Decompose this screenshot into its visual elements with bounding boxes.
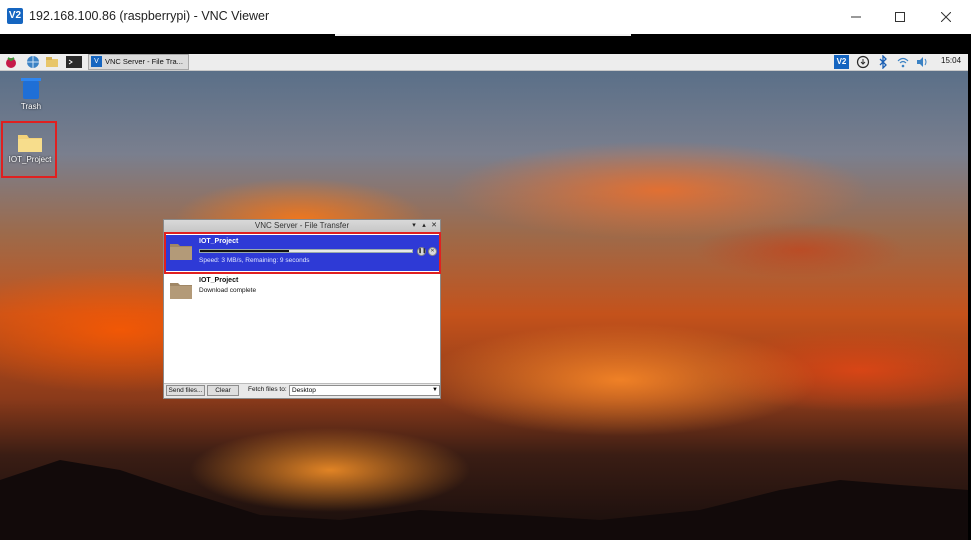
terminal-icon[interactable] xyxy=(66,55,82,69)
maximize-button[interactable] xyxy=(877,0,923,34)
remote-desktop[interactable] xyxy=(0,70,968,540)
dialog-title: VNC Server - File Transfer xyxy=(254,221,350,230)
file-manager-icon[interactable] xyxy=(45,55,59,69)
close-button[interactable] xyxy=(923,0,969,34)
window-titlebar: V2 192.168.100.86 (raspberrypi) - VNC Vi… xyxy=(0,0,971,35)
minimize-icon xyxy=(851,16,861,18)
taskbar-item-label: VNC Server - File Tra... xyxy=(105,57,183,66)
maximize-icon xyxy=(895,12,905,22)
folder-icon xyxy=(18,135,42,152)
transfer-item-status: Download complete xyxy=(199,287,257,294)
wifi-icon[interactable] xyxy=(896,55,910,69)
vnc-logo-icon: V2 xyxy=(7,8,23,24)
transfer-item[interactable]: IOT_Project Download complete xyxy=(165,274,439,310)
clock[interactable]: 15:04 xyxy=(941,56,961,65)
update-icon[interactable] xyxy=(856,55,870,69)
raspberry-menu-icon[interactable] xyxy=(4,55,18,69)
dialog-maximize-icon[interactable]: ▴ xyxy=(420,222,428,230)
web-browser-icon[interactable] xyxy=(26,55,40,69)
transfer-item-name: IOT_Project xyxy=(199,277,239,284)
dialog-footer: Send files... Clear Fetch files to: Desk… xyxy=(164,383,440,398)
desktop-icon-label: Trash xyxy=(20,102,42,111)
taskbar-item-file-transfer[interactable]: V VNC Server - File Tra... xyxy=(88,54,189,70)
send-files-button[interactable]: Send files... xyxy=(166,385,205,396)
minimize-button[interactable] xyxy=(833,0,879,34)
fetch-files-label: Fetch files to: xyxy=(248,386,287,393)
vnc-toolbar-strip xyxy=(0,34,971,54)
file-transfer-dialog: VNC Server - File Transfer ▾ ▴ ✕ IOT_Pro… xyxy=(163,219,441,399)
desktop-icon-iot-project[interactable]: IOT_Project xyxy=(5,131,55,164)
folder-icon xyxy=(170,283,192,299)
fetch-destination-select[interactable]: Desktop ▼ xyxy=(289,385,440,396)
vnc-server-icon: V xyxy=(91,56,102,67)
dialog-titlebar[interactable]: VNC Server - File Transfer ▾ ▴ ✕ xyxy=(164,220,440,232)
window-title: 192.168.100.86 (raspberrypi) - VNC Viewe… xyxy=(29,9,270,23)
desktop-icon-label: IOT_Project xyxy=(8,155,52,164)
close-icon xyxy=(941,12,951,22)
chevron-down-icon: ▼ xyxy=(432,387,438,393)
clear-button[interactable]: Clear xyxy=(207,385,239,396)
dialog-close-icon[interactable]: ✕ xyxy=(430,222,438,230)
pi-taskbar: V VNC Server - File Tra... V2 15:04 xyxy=(0,54,968,71)
volume-icon[interactable] xyxy=(915,55,929,69)
bluetooth-icon[interactable] xyxy=(876,55,890,69)
transfer-highlight xyxy=(164,232,441,274)
vnc-tray-icon[interactable]: V2 xyxy=(834,55,849,69)
mountain-silhouette xyxy=(0,460,968,540)
fetch-destination-value: Desktop xyxy=(292,387,316,394)
dialog-minimize-icon[interactable]: ▾ xyxy=(410,222,418,230)
desktop-icon-trash[interactable]: Trash xyxy=(6,76,56,111)
vnc-toolbar-handle[interactable] xyxy=(335,34,631,36)
trash-icon xyxy=(21,78,41,99)
